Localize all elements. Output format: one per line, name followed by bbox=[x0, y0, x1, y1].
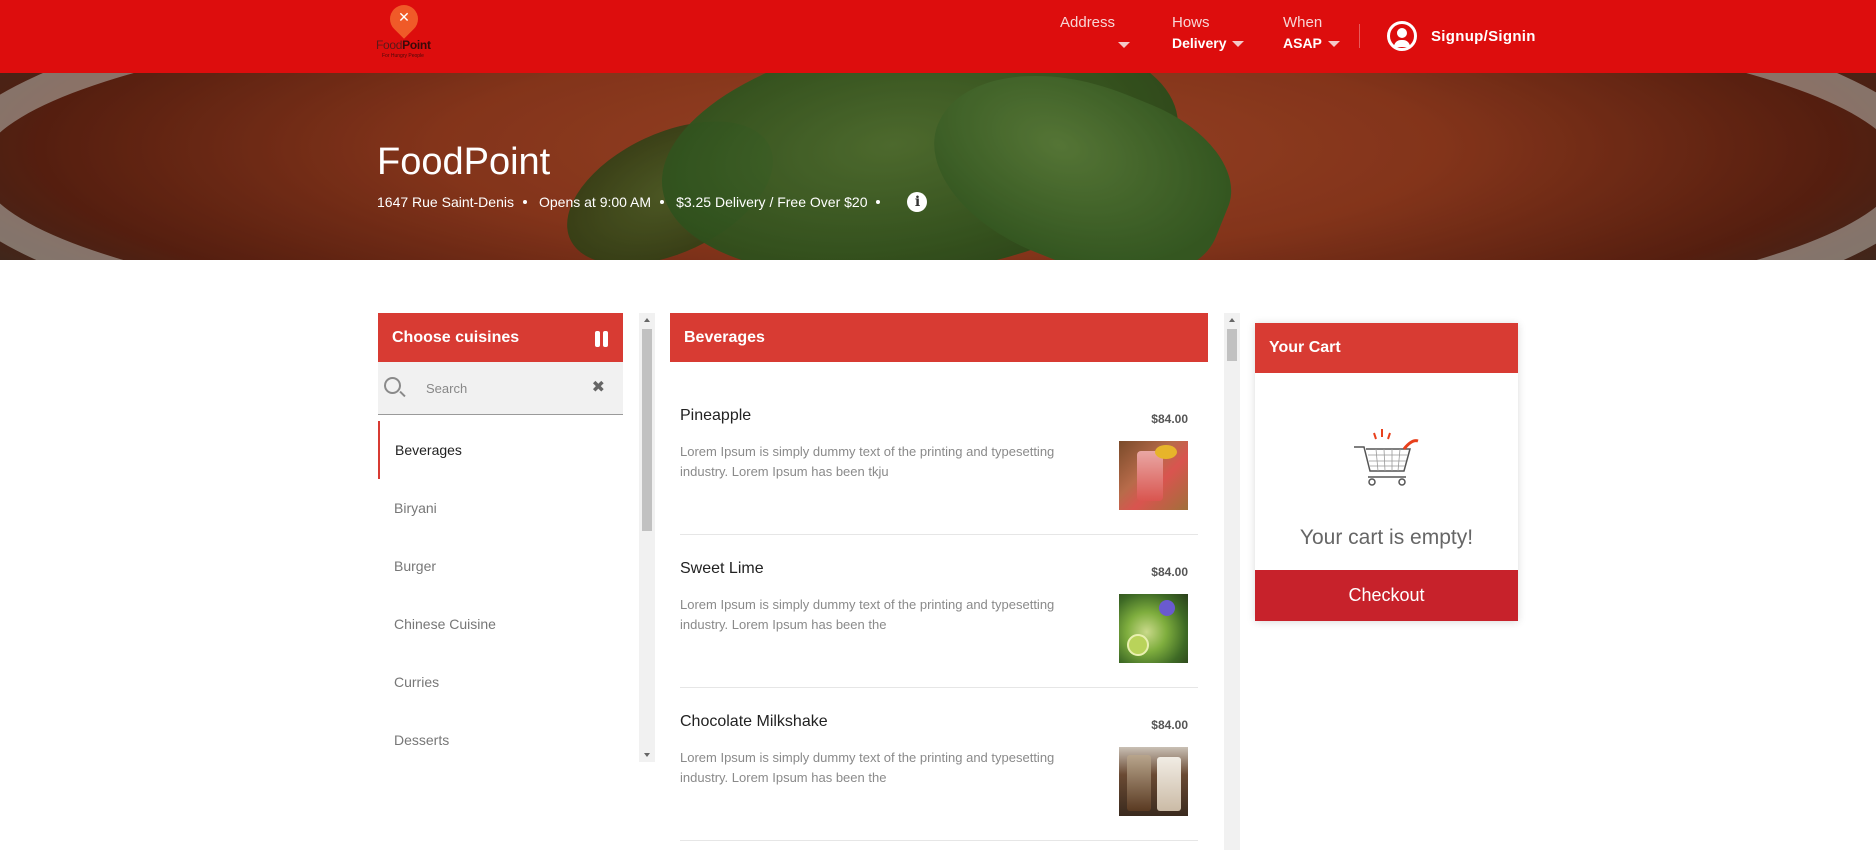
restaurant-hours: Opens at 9:00 AM bbox=[538, 194, 652, 210]
menu-item-price: $84.00 bbox=[1151, 412, 1188, 426]
menu-item-price: $84.00 bbox=[1151, 565, 1188, 579]
cuisine-item-burger[interactable]: Burger bbox=[378, 537, 623, 595]
restaurant-delivery-fee: $3.25 Delivery / Free Over $20 bbox=[676, 194, 868, 210]
scroll-up-arrow-icon[interactable] bbox=[1229, 318, 1235, 322]
cuisines-header: Choose cuisines bbox=[378, 313, 623, 362]
nav-divider bbox=[1359, 24, 1360, 48]
info-icon[interactable]: i bbox=[907, 192, 928, 212]
how-value: Delivery bbox=[1172, 35, 1227, 51]
restaurant-meta: 1647 Rue Saint-Denis Opens at 9:00 AM $3… bbox=[377, 192, 928, 212]
cuisine-search-input[interactable] bbox=[426, 376, 586, 400]
cuisine-search: ✖ bbox=[378, 362, 623, 415]
chevron-down-icon bbox=[1327, 40, 1340, 47]
cuisine-item-curries[interactable]: Curries bbox=[378, 653, 623, 711]
cuisine-scroll-thumb[interactable] bbox=[642, 329, 652, 531]
signin-button[interactable]: Signup/Signin bbox=[1387, 21, 1536, 51]
cuisines-panel: Choose cuisines ✖ Beverages Biryani Burg… bbox=[378, 313, 623, 762]
cuisine-item-biryani[interactable]: Biryani bbox=[378, 479, 623, 537]
top-navbar: ✕ FoodPoint For Hungry People Address Ho… bbox=[0, 0, 1876, 73]
menu-item-name: Pineapple bbox=[680, 407, 752, 424]
scroll-down-arrow-icon[interactable] bbox=[644, 753, 650, 757]
scroll-up-arrow-icon[interactable] bbox=[644, 318, 650, 322]
restaurant-address: 1647 Rue Saint-Denis bbox=[377, 194, 514, 210]
menu-item[interactable]: Pineapple $84.00 Lorem Ipsum is simply d… bbox=[680, 313, 1198, 535]
menu-item-name: Sweet Lime bbox=[680, 560, 764, 577]
when-selector[interactable]: When ASAP bbox=[1283, 14, 1340, 53]
chevron-down-icon bbox=[1118, 41, 1131, 48]
restaurant-name: FoodPoint bbox=[377, 141, 551, 183]
menu-item-description: Lorem Ipsum is simply dummy text of the … bbox=[680, 750, 1055, 785]
when-value: ASAP bbox=[1283, 35, 1322, 51]
cuisine-item-chinese[interactable]: Chinese Cuisine bbox=[378, 595, 623, 653]
cart-panel: Your Cart Your cart is empty! Checkout bbox=[1255, 323, 1518, 621]
cuisine-list: Beverages Biryani Burger Chinese Cuisine… bbox=[378, 421, 623, 769]
cutlery-icon bbox=[595, 331, 609, 347]
menu-scroll-thumb[interactable] bbox=[1227, 329, 1237, 361]
when-label: When bbox=[1283, 14, 1323, 31]
cuisine-item-desserts[interactable]: Desserts bbox=[378, 711, 623, 769]
cart-header: Your Cart bbox=[1255, 323, 1518, 373]
user-avatar-icon bbox=[1387, 21, 1417, 51]
cuisines-title: Choose cuisines bbox=[392, 328, 520, 346]
hero-banner: FoodPoint 1647 Rue Saint-Denis Opens at … bbox=[0, 73, 1876, 260]
menu-item-list: Pineapple $84.00 Lorem Ipsum is simply d… bbox=[670, 313, 1208, 850]
pineapple-drink-image[interactable] bbox=[1119, 441, 1188, 510]
chocolate-milkshake-image[interactable] bbox=[1119, 747, 1188, 816]
menu-item-description: Lorem Ipsum is simply dummy text of the … bbox=[680, 444, 1055, 479]
signin-label: Signup/Signin bbox=[1431, 27, 1536, 45]
menu-item[interactable]: Sweet Lime $84.00 Lorem Ipsum is simply … bbox=[680, 535, 1198, 688]
search-icon bbox=[384, 377, 401, 394]
empty-cart-icon bbox=[1352, 427, 1422, 489]
menu-item-name: Chocolate Milkshake bbox=[680, 713, 828, 730]
menu-scrollbar[interactable] bbox=[1224, 313, 1240, 850]
how-label: Hows bbox=[1172, 14, 1210, 31]
clear-search-icon[interactable]: ✖ bbox=[592, 377, 605, 397]
cart-title: Your Cart bbox=[1269, 339, 1341, 356]
sweet-lime-drink-image[interactable] bbox=[1119, 594, 1188, 663]
chevron-down-icon bbox=[1232, 40, 1245, 47]
how-selector[interactable]: Hows Delivery bbox=[1172, 14, 1245, 53]
address-label: Address bbox=[1060, 14, 1116, 31]
menu-item[interactable]: Chocolate Milkshake $84.00 Lorem Ipsum i… bbox=[680, 688, 1198, 841]
checkout-button[interactable]: Checkout bbox=[1255, 570, 1518, 621]
menu-item-price: $84.00 bbox=[1151, 718, 1188, 732]
foodpoint-logo[interactable]: ✕ FoodPoint For Hungry People bbox=[376, 0, 436, 59]
address-selector[interactable]: Address bbox=[1060, 14, 1131, 49]
menu-item-description: Lorem Ipsum is simply dummy text of the … bbox=[680, 597, 1055, 632]
cuisine-item-beverages[interactable]: Beverages bbox=[378, 421, 623, 479]
cart-empty-message: Your cart is empty! bbox=[1299, 526, 1474, 549]
